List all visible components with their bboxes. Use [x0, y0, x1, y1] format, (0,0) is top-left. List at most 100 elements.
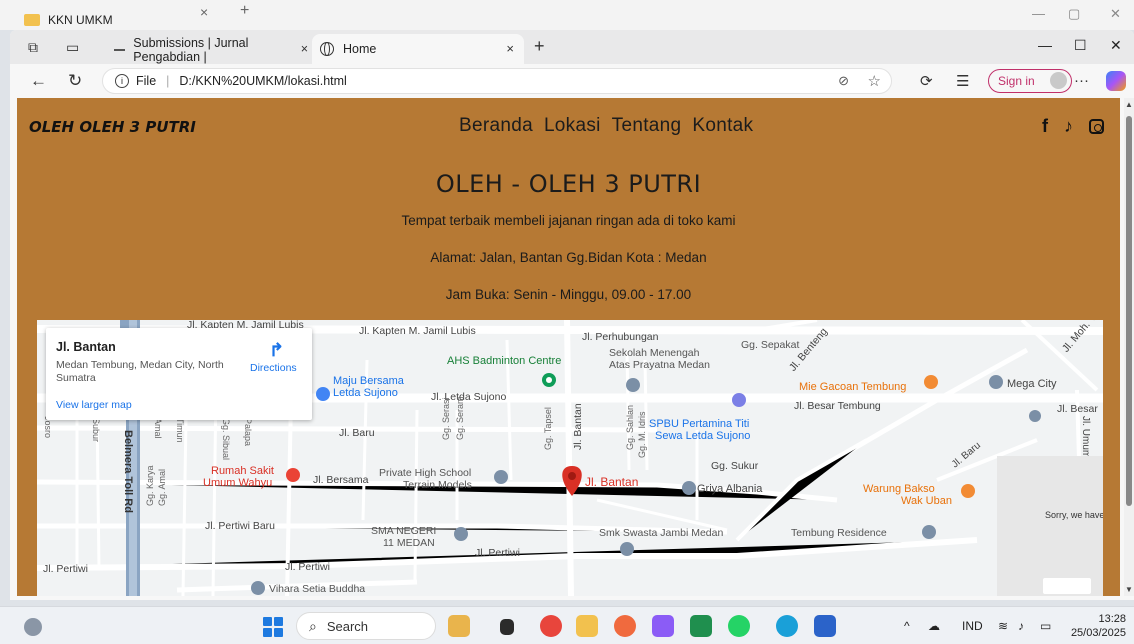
sign-in-label: Sign in — [998, 74, 1035, 88]
tiktok-icon[interactable]: ♪ — [1064, 116, 1073, 137]
more-menu-icon[interactable]: ··· — [1074, 72, 1089, 89]
directions-link[interactable]: Directions — [250, 362, 297, 374]
sign-in-button[interactable]: Sign in — [988, 69, 1072, 93]
info-icon[interactable]: i — [115, 74, 129, 88]
excel-icon[interactable] — [690, 615, 712, 637]
taskbar-search[interactable]: ⌕ Search — [296, 612, 436, 640]
start-button[interactable] — [263, 617, 283, 637]
directions-icon[interactable]: ↱ — [269, 340, 284, 361]
map-label-sahlan: Gg. Sahlan — [625, 405, 635, 450]
map-label-pertiwi: Jl. Pertiwi — [475, 547, 520, 559]
page-scrollbar[interactable]: ▲ ▼ — [1124, 98, 1134, 596]
workspaces-icon[interactable]: ⧉ — [28, 39, 38, 56]
tab-home[interactable]: Home × — [312, 34, 524, 64]
map-error-tile: Sorry, we have — [997, 456, 1103, 596]
scrollbar-thumb[interactable] — [1126, 116, 1132, 506]
scheme-label: File — [136, 74, 157, 88]
map-label-private-2: Terrain Models — [403, 479, 472, 491]
new-tab-button[interactable]: + — [534, 36, 545, 57]
app-icon-bird[interactable] — [448, 615, 470, 637]
map-label-mie-gacoan: Mie Gacoan Tembung — [799, 381, 906, 393]
tagline: Tempat terbaik membeli jajanan ringan ad… — [401, 213, 736, 228]
view-larger-map-link[interactable]: View larger map — [56, 399, 132, 411]
nav-link-beranda[interactable]: Beranda — [459, 115, 533, 137]
tab-bar: ⧉ ▭ Submissions | Jurnal Pengabdian | × … — [10, 30, 1134, 64]
site-logo[interactable]: OLEH OLEH 3 PUTRI — [29, 118, 196, 136]
map-label-griya: Griya Albania — [697, 483, 763, 495]
background-tab-title: KKN UMKM — [48, 13, 113, 27]
volume-icon[interactable]: ♪ — [1018, 619, 1024, 633]
app-icon-orange[interactable] — [614, 615, 636, 637]
background-close-icon[interactable]: ✕ — [1110, 6, 1121, 22]
extensions-icon[interactable]: ⟳ — [920, 72, 933, 90]
copilot-taskbar-icon[interactable] — [652, 615, 674, 637]
background-minimize-icon[interactable]: — — [1032, 6, 1045, 21]
favorites-icon[interactable]: ☰ — [956, 72, 969, 90]
nav-link-tentang[interactable]: Tentang — [612, 115, 682, 137]
nav-link-lokasi[interactable]: Lokasi — [544, 115, 601, 137]
tab-favicon-icon — [114, 49, 126, 51]
embedded-map[interactable]: Jl. Kapten M. Jamil Lubis Jl. Kapten M. … — [37, 320, 1103, 596]
back-arrow-icon[interactable]: ← — [30, 71, 47, 91]
globe-icon — [320, 42, 334, 56]
tab-submissions[interactable]: Submissions | Jurnal Pengabdian | × — [108, 36, 314, 64]
edge-icon[interactable] — [776, 615, 798, 637]
map-label-pin: Jl. Bantan — [585, 475, 638, 489]
scroll-up-icon[interactable]: ▲ — [1125, 100, 1133, 109]
tab-close-icon[interactable]: × — [301, 42, 308, 56]
battery-icon[interactable]: ▭ — [1040, 619, 1051, 633]
map-label-palapa: Palapa — [243, 418, 253, 446]
map-label-sibual: Gg. Sibual — [221, 418, 231, 460]
word-icon[interactable] — [814, 615, 836, 637]
map-label-bantan-vertical: Jl. Bantan — [572, 403, 584, 450]
facebook-icon[interactable]: f — [1042, 116, 1048, 137]
tray-app-icon[interactable]: ☁ — [928, 619, 940, 633]
tracking-prevention-icon[interactable]: ⊘ — [838, 73, 849, 89]
map-zoom-control[interactable] — [1043, 578, 1091, 594]
refresh-icon[interactable]: ↻ — [68, 71, 82, 91]
scroll-down-icon[interactable]: ▼ — [1125, 585, 1133, 594]
copilot-icon[interactable] — [1106, 71, 1126, 91]
tab-close-icon[interactable]: × — [506, 41, 514, 56]
favorite-star-icon[interactable]: ☆ — [868, 72, 881, 90]
tab-actions-icon[interactable]: ▭ — [66, 39, 79, 56]
map-label-sma: SMA NEGERI — [371, 525, 436, 537]
url-text[interactable]: D:/KKN%20UMKM/lokasi.html — [179, 74, 346, 88]
taskbar-search-label: Search — [326, 618, 369, 634]
map-label-smk: Smk Swasta Jambi Medan — [599, 527, 723, 539]
close-window-icon[interactable]: ✕ — [1110, 37, 1122, 54]
background-window-bar: KKN UMKM × + — ▢ ✕ — [0, 0, 1134, 30]
clock[interactable]: 13:28 25/03/2025 — [1066, 612, 1126, 640]
nav-link-kontak[interactable]: Kontak — [692, 115, 753, 137]
address-bar[interactable]: i File | D:/KKN%20UMKM/lokasi.html ⊘ ☆ — [102, 68, 892, 94]
map-label-rumah-sakit-2: Umum Wahyu — [203, 477, 272, 489]
avatar-icon — [1050, 72, 1067, 89]
file-explorer-icon[interactable] — [576, 615, 598, 637]
map-label-pertiwi-baru: Jl. Pertiwi Baru — [205, 520, 275, 532]
task-view-icon[interactable] — [500, 619, 514, 635]
page-viewport: OLEH OLEH 3 PUTRI Beranda Lokasi Tentang… — [17, 98, 1120, 596]
background-maximize-icon[interactable]: ▢ — [1068, 6, 1080, 22]
chrome-icon[interactable] — [540, 615, 562, 637]
tab-label: Submissions | Jurnal Pengabdian | — [133, 36, 249, 64]
background-tab[interactable]: KKN UMKM — [8, 8, 228, 32]
map-label-toll-road: Belmera Toll Rd — [122, 430, 134, 513]
minimize-icon[interactable]: — — [1038, 37, 1052, 53]
background-new-tab-icon[interactable]: + — [240, 2, 249, 20]
map-label-maju: Maju Bersama — [333, 375, 405, 387]
weather-icon[interactable] — [24, 618, 42, 636]
wifi-icon[interactable]: ≋ — [998, 619, 1008, 633]
tray-chevron-icon[interactable]: ^ — [904, 619, 910, 633]
map-info-card: Jl. Bantan Medan Tembung, Medan City, No… — [46, 328, 312, 420]
map-label-pertiwi-mid: Jl. Pertiwi — [285, 561, 330, 573]
language-indicator[interactable]: IND — [962, 619, 983, 633]
map-label-mega-city: Mega City — [1007, 378, 1057, 390]
map-label-idris: Gg. M. Idris — [637, 411, 647, 458]
map-label-sekolah-2: Atas Prayatna Medan — [609, 359, 710, 371]
instagram-icon[interactable] — [1089, 119, 1104, 134]
map-label-pertiwi-left: Jl. Pertiwi — [43, 563, 88, 575]
maximize-icon[interactable]: ☐ — [1074, 37, 1087, 54]
map-label-amal-2: Gg. Amal — [157, 469, 167, 506]
background-tab-close-icon[interactable]: × — [200, 4, 208, 20]
whatsapp-icon[interactable] — [728, 615, 750, 637]
